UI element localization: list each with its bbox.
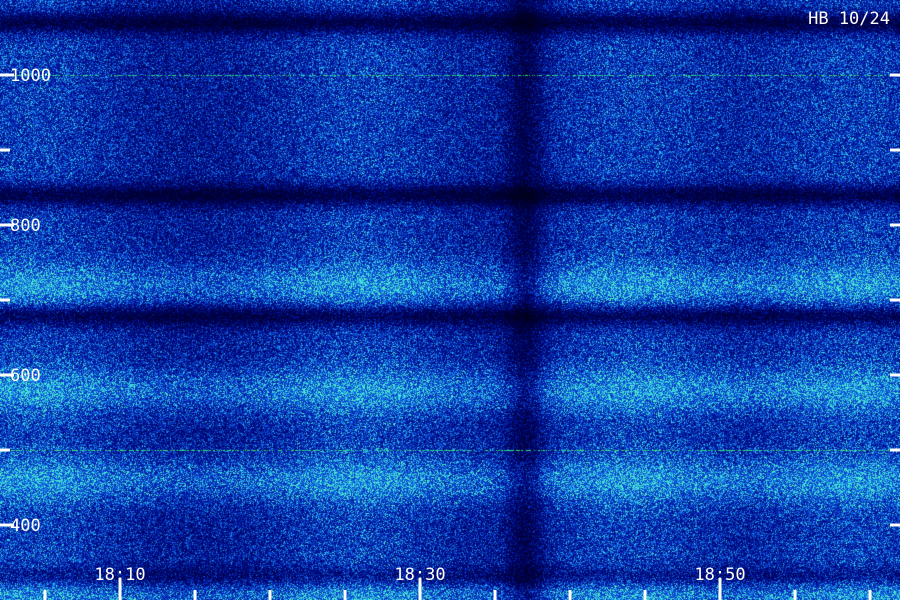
x-axis: 18:10 18:30 18:50 <box>43 565 872 600</box>
y-tick-label: 1000 <box>10 66 51 86</box>
y-axis: 1000 800 600 400 <box>0 66 900 536</box>
chart-title: HB 10/24 <box>808 9 890 29</box>
chart-overlay: 1000 800 600 400 18:10 18:30 18:50 HB 10/24 <box>0 9 900 600</box>
x-tick-label: 18:50 <box>694 565 745 585</box>
y-tick-label: 800 <box>10 216 41 236</box>
x-tick-label: 18:30 <box>394 565 445 585</box>
y-tick-label: 400 <box>10 516 41 536</box>
x-tick-label: 18:10 <box>94 565 145 585</box>
y-tick-label: 600 <box>10 366 41 386</box>
